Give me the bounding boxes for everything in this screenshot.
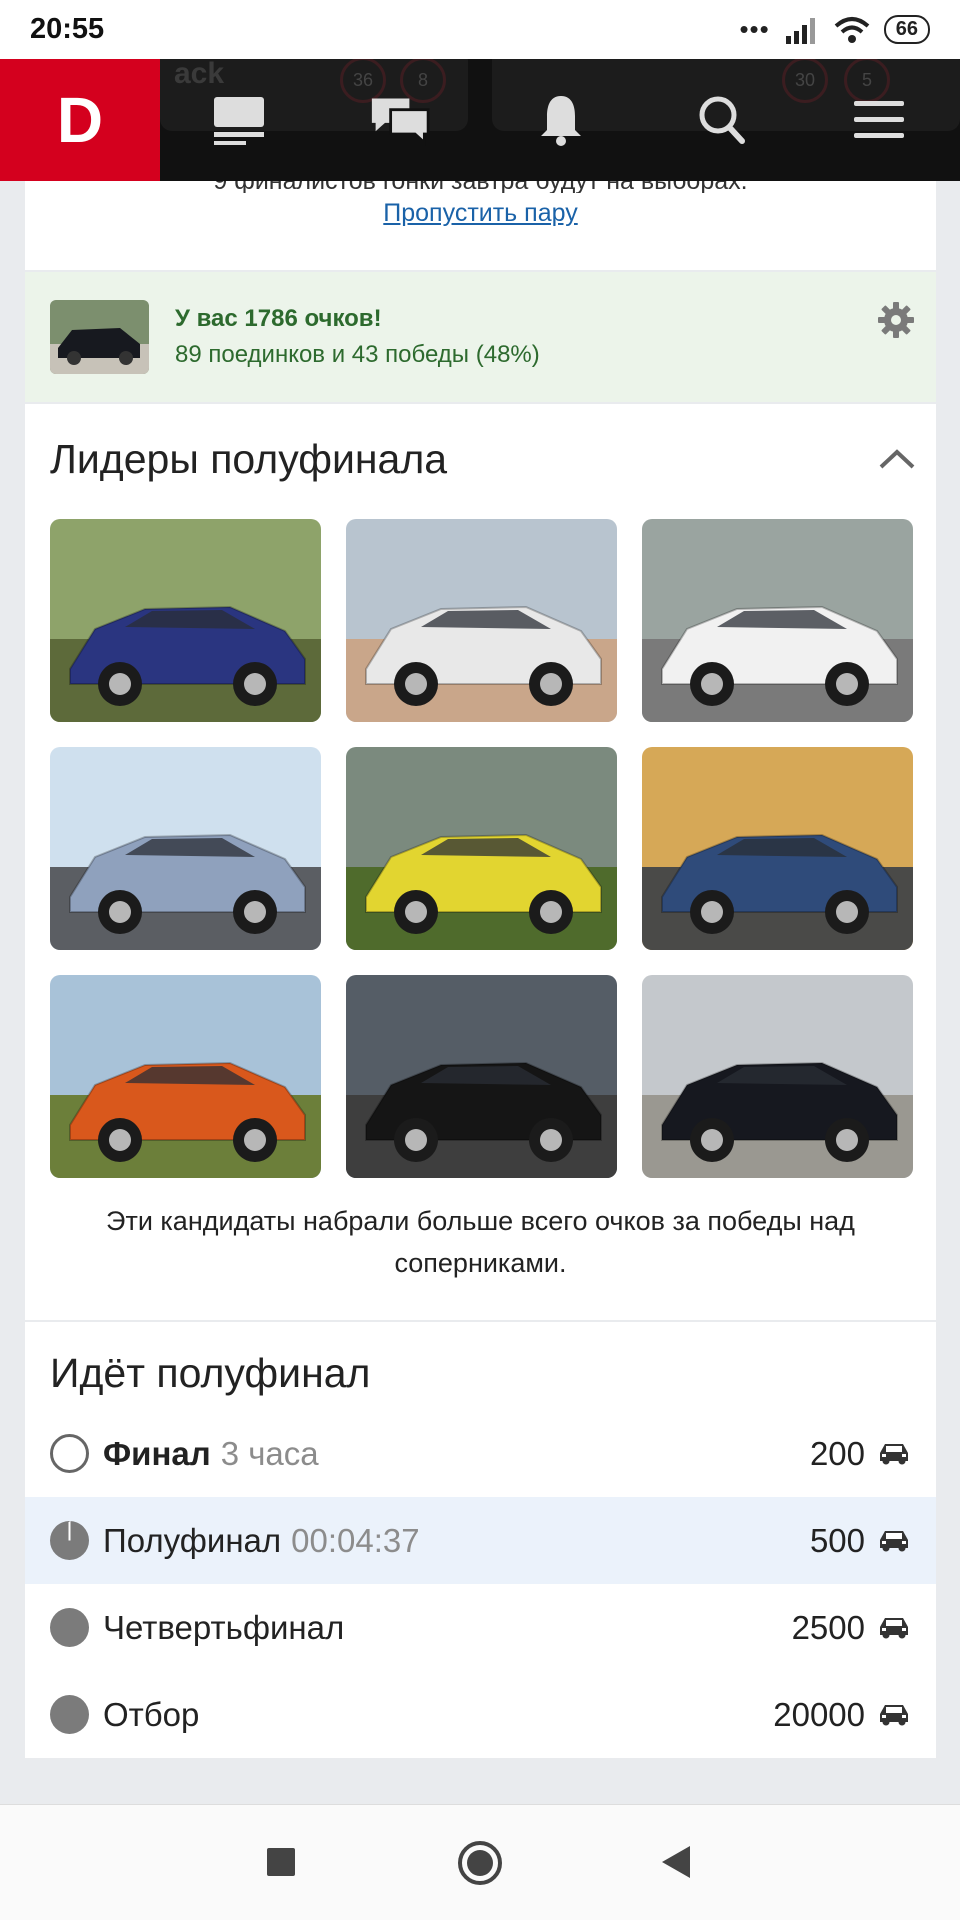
leader-photo-white-bmw-e21[interactable] — [346, 519, 617, 722]
stage-progress-icon — [50, 1520, 89, 1560]
car-icon — [877, 1609, 911, 1647]
score-details: 89 поединков и 43 победы (48%) — [175, 341, 540, 368]
stage-status-full-icon — [50, 1608, 89, 1647]
app-header: ack 36 8 30 5 D — [0, 59, 960, 181]
logo-letter: D — [56, 84, 104, 156]
skip-pair-link[interactable]: Пропустить пару — [383, 199, 577, 228]
ghost-card-text: ack — [174, 59, 225, 90]
recents-button[interactable] — [266, 1847, 296, 1882]
leaders-caption: Эти кандидаты набрали больше всего очков… — [106, 1206, 855, 1278]
leaders-title: Лидеры полуфинала — [50, 436, 448, 482]
leader-photo-black-vw-golf[interactable] — [346, 975, 617, 1178]
stage-name: Отбор — [103, 1695, 200, 1733]
gear-icon[interactable] — [878, 302, 914, 343]
stage-meta: 3 часа — [220, 1434, 319, 1472]
user-car-thumbnail[interactable] — [50, 300, 149, 374]
stage-meta: 00:04:37 — [291, 1521, 420, 1559]
stage-count: 500 — [809, 1521, 865, 1559]
stages-section: Идёт полуфинал Финал 3 часа 200 Полуфинал 00… — [25, 1322, 936, 1758]
stage-list: Финал 3 часа 200 Полуфинал 00:04:37 500 Четвер… — [25, 1410, 936, 1758]
messages-icon[interactable] — [370, 90, 430, 150]
stage-status-empty-icon — [50, 1434, 89, 1473]
stage-count: 2500 — [791, 1608, 865, 1646]
stage-name: Полуфинал — [103, 1521, 282, 1559]
score-banner: У вас 1786 очков! 89 поединков и 43 побе… — [25, 272, 936, 402]
score-headline: У вас 1786 очков! — [175, 305, 382, 332]
leader-photo-orange-lada-niva[interactable] — [50, 975, 321, 1178]
stage-row[interactable]: Отбор 20000 — [25, 1671, 936, 1758]
signal-icon — [785, 17, 815, 44]
status-time: 20:55 — [30, 13, 105, 45]
stage-count: 200 — [809, 1434, 865, 1472]
menu-icon[interactable] — [849, 90, 909, 150]
stage-row[interactable]: Полуфинал 00:04:37 500 — [25, 1497, 936, 1584]
stage-row[interactable]: Четвертьфинал 2500 — [25, 1584, 936, 1671]
stage-status-full-icon — [50, 1695, 89, 1734]
leader-photo-white-audi-tt[interactable] — [642, 519, 913, 722]
back-button[interactable] — [660, 1844, 692, 1885]
stage-count: 20000 — [773, 1695, 865, 1733]
battery-indicator: 66 — [883, 15, 930, 44]
stage-row[interactable]: Финал 3 часа 200 — [25, 1410, 936, 1497]
notification-dots-icon: ••• — [739, 14, 770, 44]
status-bar: 20:55 ••• 66 — [0, 0, 960, 59]
leader-photo-blue-subaru-wrx[interactable] — [642, 747, 913, 950]
feed-icon[interactable] — [209, 90, 269, 150]
main-content[interactable]: 9 финалистов гонки завтра будут на выбор… — [25, 181, 936, 1804]
leader-photo-black-bmw-e38[interactable] — [642, 975, 913, 1178]
status-icons: ••• 66 — [739, 14, 930, 45]
ghost-card-count: 30 — [782, 59, 828, 103]
car-icon — [877, 1435, 911, 1473]
car-icon — [877, 1522, 911, 1560]
home-button[interactable] — [457, 1840, 503, 1891]
stages-title: Идёт полуфинал — [50, 1350, 371, 1396]
bell-icon[interactable] — [531, 90, 591, 150]
leader-photo-blue-hatchback[interactable] — [50, 519, 321, 722]
duel-card: 9 финалистов гонки завтра будут на выбор… — [25, 181, 936, 270]
drive2-logo[interactable]: D — [0, 59, 160, 181]
chevron-up-icon[interactable] — [878, 448, 916, 475]
leaders-photo-grid — [50, 519, 913, 1178]
leader-photo-yellow-lancer-evo[interactable] — [346, 747, 617, 950]
search-icon[interactable] — [692, 90, 752, 150]
wifi-icon — [834, 16, 870, 43]
system-nav-bar — [0, 1804, 960, 1920]
car-icon — [877, 1696, 911, 1734]
leader-photo-silver-subaru-impreza[interactable] — [50, 747, 321, 950]
stage-name: Финал — [103, 1434, 211, 1472]
leaders-section: Лидеры полуфинала Эти кандидаты набрали … — [25, 404, 936, 1320]
stage-name: Четвертьфинал — [103, 1608, 345, 1646]
duel-info-text: 9 финалистов гонки завтра будут на выбор… — [25, 181, 936, 193]
